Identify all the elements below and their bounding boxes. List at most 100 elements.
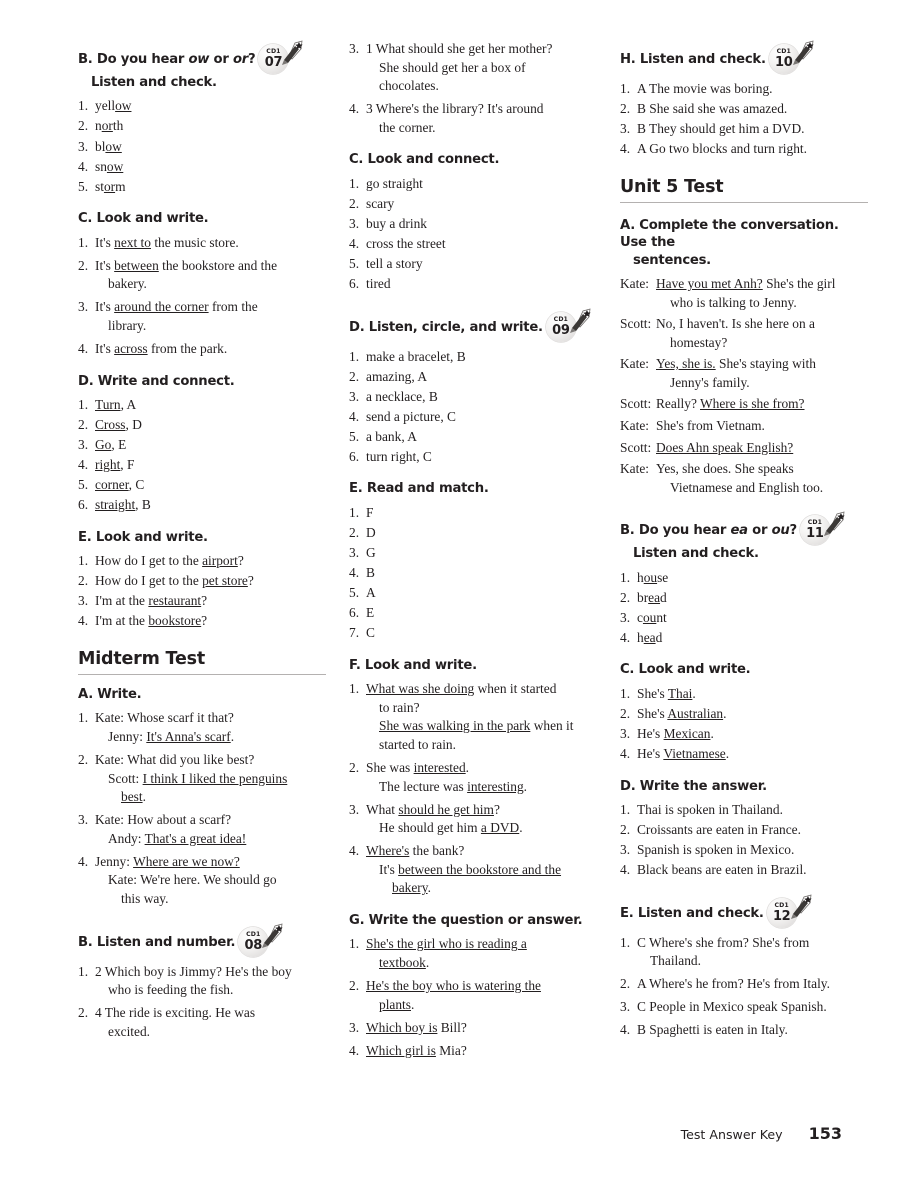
item-number: 2. — [78, 118, 89, 134]
answer-item: 6. tired — [349, 275, 597, 294]
section-heading: C. Look and write. — [78, 211, 209, 227]
item-text: Kate: What did you like best? — [95, 752, 255, 768]
item-number: 3. — [620, 842, 631, 858]
audio-cd-icon: CD1 08 — [238, 922, 284, 957]
item-number: 3. — [78, 593, 89, 609]
dialogue-line: Kate: Yes, she is. She's staying with Jenn… — [620, 355, 868, 392]
item-text: a necklace, B — [366, 388, 438, 404]
answer-item: 1. She's the girl who is reading a textbo… — [349, 935, 597, 972]
page-footer: Test Answer Key 153 — [681, 1124, 842, 1143]
answer-item: 4. A Go two blocks and turn right. — [620, 140, 868, 159]
dialogue-text-cont: Jenny's family. — [670, 374, 750, 390]
speaker-name: Scott: — [620, 396, 652, 412]
answer-item: 4. 3 Where's the library? It's around the … — [349, 100, 597, 137]
answer-item: 4. B — [349, 564, 597, 583]
item-text: send a picture, C — [366, 408, 456, 424]
answer-item: 1. house — [620, 569, 868, 588]
item-text-cont: textbook. — [379, 954, 430, 970]
answer-item: 3. 1 What should she get her mother? She s… — [349, 40, 597, 96]
item-text: C Where's she from? She's from — [637, 934, 810, 950]
item-text-cont: Kate: We're here. We should go — [108, 872, 277, 888]
answer-item: 4. cross the street — [349, 235, 597, 254]
answer-list: 1. yellow 2. north 3. blow 4. snow 5. storm — [78, 97, 326, 196]
item-number: 2. — [78, 752, 89, 768]
item-text: How do I get to the airport? — [95, 553, 244, 569]
item-text: C People in Mexico speak Spanish. — [637, 999, 827, 1015]
answer-item: 3. Kate: How about a scarf? Andy: That's a… — [78, 811, 326, 848]
item-text: G — [366, 545, 376, 561]
item-text: amazing, A — [366, 368, 427, 384]
item-number: 4. — [78, 853, 89, 869]
answer-item: 3. What should he get him? He should get h… — [349, 801, 597, 838]
item-text: She was interested. — [366, 760, 470, 776]
item-number: 1. — [78, 98, 89, 114]
item-number: 5. — [349, 428, 360, 444]
item-number: 4. — [620, 629, 631, 645]
item-text: She's the girl who is reading a — [366, 936, 527, 952]
item-number: 3. — [620, 609, 631, 625]
item-number: 4. — [620, 745, 631, 761]
item-text: snow — [95, 158, 124, 174]
pencil-icon — [569, 308, 591, 333]
section-heading: C. Look and connect. — [349, 152, 500, 168]
answer-list: 1. Kate: Whose scarf it that? Jenny: It's … — [78, 709, 326, 908]
answer-item: 1. A The movie was boring. — [620, 80, 868, 99]
footer-label: Test Answer Key — [680, 1127, 783, 1142]
unit-heading: Midterm Test — [78, 649, 326, 675]
item-text: B Spaghetti is eaten in Italy. — [637, 1022, 788, 1038]
item-text: I'm at the restaurant? — [95, 593, 208, 609]
answer-list: 1. C Where's she from? She's from Thailand… — [620, 934, 868, 1040]
item-number: 5. — [78, 178, 89, 194]
section-heading: E. Look and write. — [78, 529, 208, 545]
dialogue-text: Yes, she is. She's staying with — [656, 356, 816, 372]
item-text: scary — [366, 195, 395, 211]
item-text-cont: best. — [121, 789, 146, 805]
answer-item: 1. make a bracelet, B — [349, 348, 597, 367]
item-text: B — [366, 565, 375, 581]
answer-item: 1. 2 Which boy is Jimmy? He's the boy who … — [78, 963, 326, 1000]
item-number: 1. — [349, 681, 360, 697]
item-text: Where's the bank? — [366, 843, 465, 859]
item-text: Croissants are eaten in France. — [637, 822, 801, 838]
item-text: turn right, C — [366, 448, 432, 464]
item-number: 2. — [349, 760, 360, 776]
dialogue-text-cont: homestay? — [670, 334, 728, 350]
item-number: 4. — [78, 340, 89, 356]
item-text: Kate: Whose scarf it that? — [95, 710, 234, 726]
item-number: 3. — [78, 299, 89, 315]
item-number: 3. — [349, 388, 360, 404]
item-number: 6. — [349, 605, 360, 621]
item-number: 4. — [620, 862, 631, 878]
item-number: 6. — [78, 497, 89, 513]
item-number: 4. — [78, 158, 89, 174]
section-heading: D. Write the answer. — [620, 778, 767, 794]
item-number: 3. — [620, 121, 631, 137]
item-number: 4. — [349, 565, 360, 581]
section-heading: E. Read and match. — [349, 481, 489, 497]
dialogue-line: Scott: Does Ahn speak English? — [620, 439, 868, 458]
item-number: 2. — [78, 417, 89, 433]
item-text: blow — [95, 138, 122, 154]
section-heading: B. Listen and number. CD1 08 — [78, 922, 326, 957]
item-text: B They should get him a DVD. — [637, 121, 805, 137]
item-text: A — [366, 585, 376, 601]
audio-cd-icon: CD1 10 — [768, 40, 815, 74]
item-number: 3. — [349, 41, 360, 56]
answer-item: 2. It's between the bookstore and the bake… — [78, 257, 326, 294]
item-text: make a bracelet, B — [366, 348, 466, 364]
answer-list: 1. make a bracelet, B 2. amazing, A 3. a neck… — [349, 348, 597, 467]
item-text: It's across from the park. — [95, 340, 228, 356]
answer-list: 1. Thai is spoken in Thailand. 2. Croissant… — [620, 801, 868, 880]
item-text: tell a story — [366, 255, 423, 271]
answer-item: 4. B Spaghetti is eaten in Italy. — [620, 1021, 868, 1040]
answer-list: 1. house 2. bread 3. count 4. head — [620, 569, 868, 648]
item-text: a bank, A — [366, 428, 417, 444]
answer-item: 2. 4 The ride is exciting. He was excited. — [78, 1004, 326, 1041]
page-number: 153 — [808, 1124, 842, 1143]
item-text: Thai is spoken in Thailand. — [637, 801, 783, 817]
item-number: 4. — [620, 1022, 631, 1038]
item-text: F — [366, 504, 374, 520]
dialogue-text: Yes, she does. She speaks — [656, 461, 794, 477]
item-text-cont: library. — [108, 317, 147, 333]
dialogue-text-cont: who is talking to Jenny. — [670, 294, 797, 310]
